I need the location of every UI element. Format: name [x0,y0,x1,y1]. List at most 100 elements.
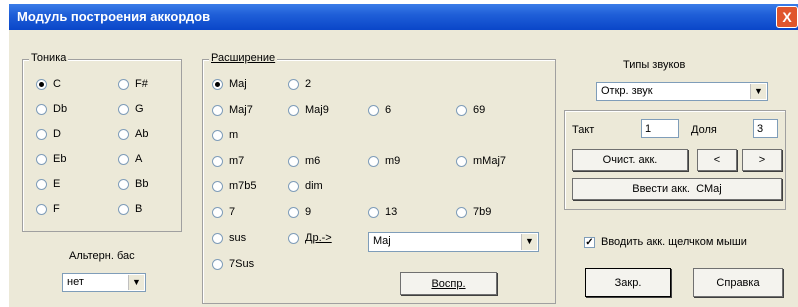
beat-label: Доля [691,124,717,136]
extension-radio-12[interactable]: dim [288,180,323,192]
radio-dot-icon[interactable] [288,180,299,192]
radio-dot-icon[interactable] [288,155,299,167]
extension-radio-5[interactable]: 69 [456,104,485,116]
radio-dot-icon[interactable] [368,206,379,218]
radio-dot-icon[interactable] [118,178,129,190]
chevron-down-icon[interactable]: ▼ [521,234,537,250]
extension-radio-3[interactable]: Maj9 [288,104,329,116]
clear-chord-button[interactable]: Очист. акк. [572,149,688,171]
radio-label: C [53,78,61,90]
tonic-radio-e[interactable]: E [36,178,60,190]
radio-dot-icon[interactable] [118,153,129,165]
radio-label: m9 [385,155,401,167]
help-button[interactable]: Справка [693,268,783,297]
radio-dot-icon[interactable] [36,128,47,140]
enter-chord-label: Ввести акк. CMaj [632,183,722,195]
radio-label: dim [305,180,323,192]
radio-dot-icon[interactable] [36,78,47,90]
radio-label: Maj [229,78,247,90]
other-chord-select[interactable]: Maj ▼ [368,232,539,252]
radio-label: D [53,128,61,140]
radio-dot-icon[interactable] [212,129,223,141]
prev-button[interactable]: < [697,149,737,171]
radio-dot-icon[interactable] [456,206,467,218]
tonic-radio-db[interactable]: Db [36,103,67,115]
alt-bass-select[interactable]: нет ▼ [62,273,146,292]
tonic-radio-g[interactable]: G [118,103,144,115]
radio-dot-icon[interactable] [118,103,129,115]
help-button-label: Справка [716,276,760,289]
radio-label: m7 [229,155,245,167]
extension-radio-16[interactable]: 7b9 [456,206,491,218]
tonic-radio-f[interactable]: F [36,203,60,215]
enter-chord-button[interactable]: Ввести акк. CMaj [572,178,782,200]
mouse-click-checkbox[interactable]: ✓ [584,237,595,248]
extension-radio-11[interactable]: m7b5 [212,180,257,192]
tonic-legend: Тоника [29,52,69,64]
radio-dot-icon[interactable] [36,153,47,165]
radio-dot-icon[interactable] [212,258,223,270]
tonic-radio-c[interactable]: C [36,78,61,90]
close-button-label: Закр. [614,276,642,289]
radio-label: 7Sus [229,258,255,270]
extension-radio-1[interactable]: 2 [288,78,311,90]
extension-radio-0[interactable]: Maj [212,78,247,90]
radio-dot-icon[interactable] [368,155,379,167]
radio-dot-icon[interactable] [212,232,223,244]
radio-dot-icon[interactable] [288,232,299,244]
extension-radio-15[interactable]: 13 [368,206,397,218]
radio-dot-icon[interactable] [212,206,223,218]
bar-input[interactable]: 1 [641,119,679,138]
radio-dot-icon[interactable] [118,203,129,215]
radio-dot-icon[interactable] [288,206,299,218]
tonic-radio-a[interactable]: A [118,153,142,165]
radio-dot-icon[interactable] [288,104,299,116]
chevron-down-icon[interactable]: ▼ [750,84,766,99]
extension-radio-13[interactable]: 7 [212,206,235,218]
radio-label: m [229,129,239,141]
tonic-radio-eb[interactable]: Eb [36,153,66,165]
close-icon[interactable]: X [776,6,798,28]
next-button[interactable]: > [742,149,782,171]
radio-dot-icon[interactable] [288,78,299,90]
radio-label: F [53,203,60,215]
play-button[interactable]: Воспр. [400,272,497,295]
chevron-down-icon[interactable]: ▼ [128,275,144,290]
extension-radio-14[interactable]: 9 [288,206,311,218]
radio-dot-icon[interactable] [368,104,379,116]
radio-label: A [135,153,143,165]
sound-type-select[interactable]: Откр. звук ▼ [596,82,768,101]
extension-radio-7[interactable]: m7 [212,155,244,167]
radio-dot-icon[interactable] [212,104,223,116]
close-button[interactable]: Закр. [585,268,671,297]
radio-label: sus [229,232,247,244]
radio-dot-icon[interactable] [212,78,223,90]
radio-dot-icon[interactable] [36,178,47,190]
radio-dot-icon[interactable] [456,155,467,167]
extension-radio-9[interactable]: m9 [368,155,400,167]
radio-label: 7b9 [473,206,492,218]
radio-dot-icon[interactable] [212,180,223,192]
tonic-radio-b[interactable]: B [118,203,142,215]
radio-dot-icon[interactable] [118,78,129,90]
extension-radio-8[interactable]: m6 [288,155,320,167]
radio-label: 9 [305,206,312,218]
beat-input[interactable]: 3 [753,119,778,138]
tonic-radio-fsharp[interactable]: F# [118,78,148,90]
extension-radio-4[interactable]: 6 [368,104,391,116]
radio-dot-icon[interactable] [118,128,129,140]
title-bar[interactable]: Модуль построения аккордов X [9,4,798,30]
radio-dot-icon[interactable] [212,155,223,167]
extension-radio-19[interactable]: 7Sus [212,258,254,270]
radio-dot-icon[interactable] [36,203,47,215]
tonic-radio-bb[interactable]: Bb [118,178,148,190]
tonic-radio-ab[interactable]: Ab [118,128,148,140]
extension-radio-17[interactable]: sus [212,232,246,244]
extension-radio-2[interactable]: Maj7 [212,104,253,116]
radio-dot-icon[interactable] [36,103,47,115]
radio-dot-icon[interactable] [456,104,467,116]
extension-radio-10[interactable]: mMaj7 [456,155,506,167]
tonic-radio-d[interactable]: D [36,128,61,140]
extension-radio-18[interactable]: Др.-> [288,232,332,244]
extension-radio-6[interactable]: m [212,129,238,141]
